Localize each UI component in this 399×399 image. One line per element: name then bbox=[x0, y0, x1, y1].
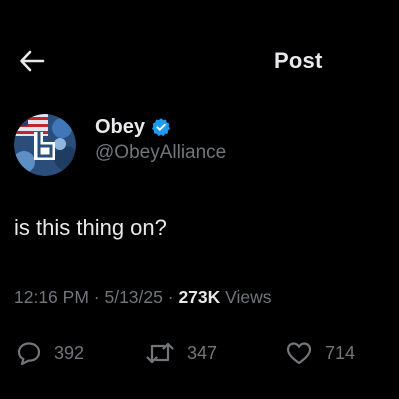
avatar[interactable] bbox=[14, 114, 76, 176]
like-count: 714 bbox=[325, 342, 356, 363]
post-header: Post bbox=[0, 38, 399, 82]
repost-icon bbox=[146, 342, 174, 364]
author-handle[interactable]: @ObeyAlliance bbox=[95, 142, 226, 164]
post-time[interactable]: 12:16 PM bbox=[14, 287, 89, 307]
views-label: Views bbox=[225, 287, 272, 307]
verified-badge-icon bbox=[152, 118, 171, 137]
like-button[interactable]: 714 bbox=[285, 338, 355, 368]
obey-logo-avatar bbox=[14, 114, 76, 176]
views-count: 273K bbox=[178, 287, 226, 307]
post-text: is this thing on? bbox=[14, 215, 167, 240]
author-display-name[interactable]: Obey bbox=[95, 116, 145, 139]
repost-count: 347 bbox=[187, 342, 218, 363]
author-name-row: Obey bbox=[95, 114, 171, 140]
heart-icon bbox=[286, 342, 312, 365]
meta-separator: · bbox=[93, 287, 105, 307]
page-title: Post bbox=[274, 48, 323, 73]
post-meta: 12:16 PM · 5/13/25 · 273K Views bbox=[14, 287, 272, 308]
post-date[interactable]: 5/13/25 bbox=[104, 287, 162, 307]
back-button[interactable] bbox=[14, 46, 50, 76]
meta-separator: · bbox=[167, 287, 179, 307]
reply-button[interactable]: 392 bbox=[16, 338, 84, 368]
arrow-left-icon bbox=[20, 50, 45, 72]
reply-count: 392 bbox=[54, 342, 85, 363]
repost-button[interactable]: 347 bbox=[145, 338, 217, 368]
reply-icon bbox=[17, 342, 41, 366]
post-actions: 392 347 714 bbox=[0, 338, 399, 368]
